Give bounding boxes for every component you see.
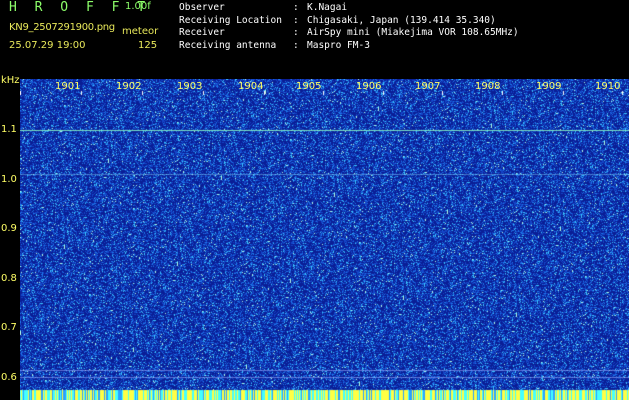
antenna-key: Receiving antenna [179, 39, 277, 51]
observer-value: K.Nagai [307, 2, 348, 13]
location-sep: : [293, 14, 299, 26]
location-value: Chigasaki, Japan (139.414 35.340) [307, 14, 496, 26]
y-label-0-8: 0.8 [1, 273, 17, 284]
time-label-1901: 1901 [55, 81, 81, 92]
observer-key: Observer [179, 2, 225, 13]
filename-label: KN9_2507291900.png [9, 22, 115, 33]
time-label-1909: 1909 [536, 81, 562, 92]
observer-sep: : [293, 2, 299, 13]
time-label-1904: 1904 [238, 81, 264, 92]
antenna-sep: : [293, 39, 299, 51]
time-label-1907: 1907 [415, 81, 441, 92]
time-label-1906: 1906 [356, 81, 382, 92]
time-label-1902: 1902 [116, 81, 142, 92]
y-label-1-0: 1.0 [1, 174, 17, 185]
observer-row: Observer: K.Nagai [179, 2, 519, 15]
receiver-value: AirSpy mini (Miakejima VOR 108.65MHz) [307, 27, 519, 39]
version-label: 1.00f [125, 1, 151, 12]
khz-unit-label: kHz [1, 75, 20, 86]
receiver-key: Receiver [179, 27, 225, 39]
y-label-0-6: 0.6 [1, 372, 17, 383]
y-label-1-1: 1.1 [1, 124, 17, 135]
time-label-1903: 1903 [177, 81, 203, 92]
time-label-1908: 1908 [475, 81, 501, 92]
receiver-sep: : [293, 27, 299, 39]
mode-label: meteor [122, 26, 159, 37]
station-info: Observer: K.Nagai Receiving Location: Chig… [179, 2, 519, 52]
antenna-row: Receiving antenna: Maspro FM-3 [179, 40, 519, 53]
y-label-0-9: 0.9 [1, 223, 17, 234]
y-label-0-7: 0.7 [1, 322, 17, 333]
location-key: Receiving Location [179, 14, 282, 26]
antenna-value: Maspro FM-3 [307, 39, 370, 51]
header-panel: H R O F F T 1.00f KN9_2507291900.png met… [0, 0, 629, 78]
time-label-1905: 1905 [296, 81, 322, 92]
datetime-label: 25.07.29 19:00 [9, 40, 86, 51]
time-label-1910: 1910 [595, 81, 621, 92]
location-row: Receiving Location: Chigasaki, Japan (139… [179, 15, 519, 28]
spectrogram-canvas [20, 79, 629, 400]
receiver-row: Receiver: AirSpy mini (Miakejima VOR 108.… [179, 27, 519, 40]
count-label: 125 [138, 40, 158, 51]
